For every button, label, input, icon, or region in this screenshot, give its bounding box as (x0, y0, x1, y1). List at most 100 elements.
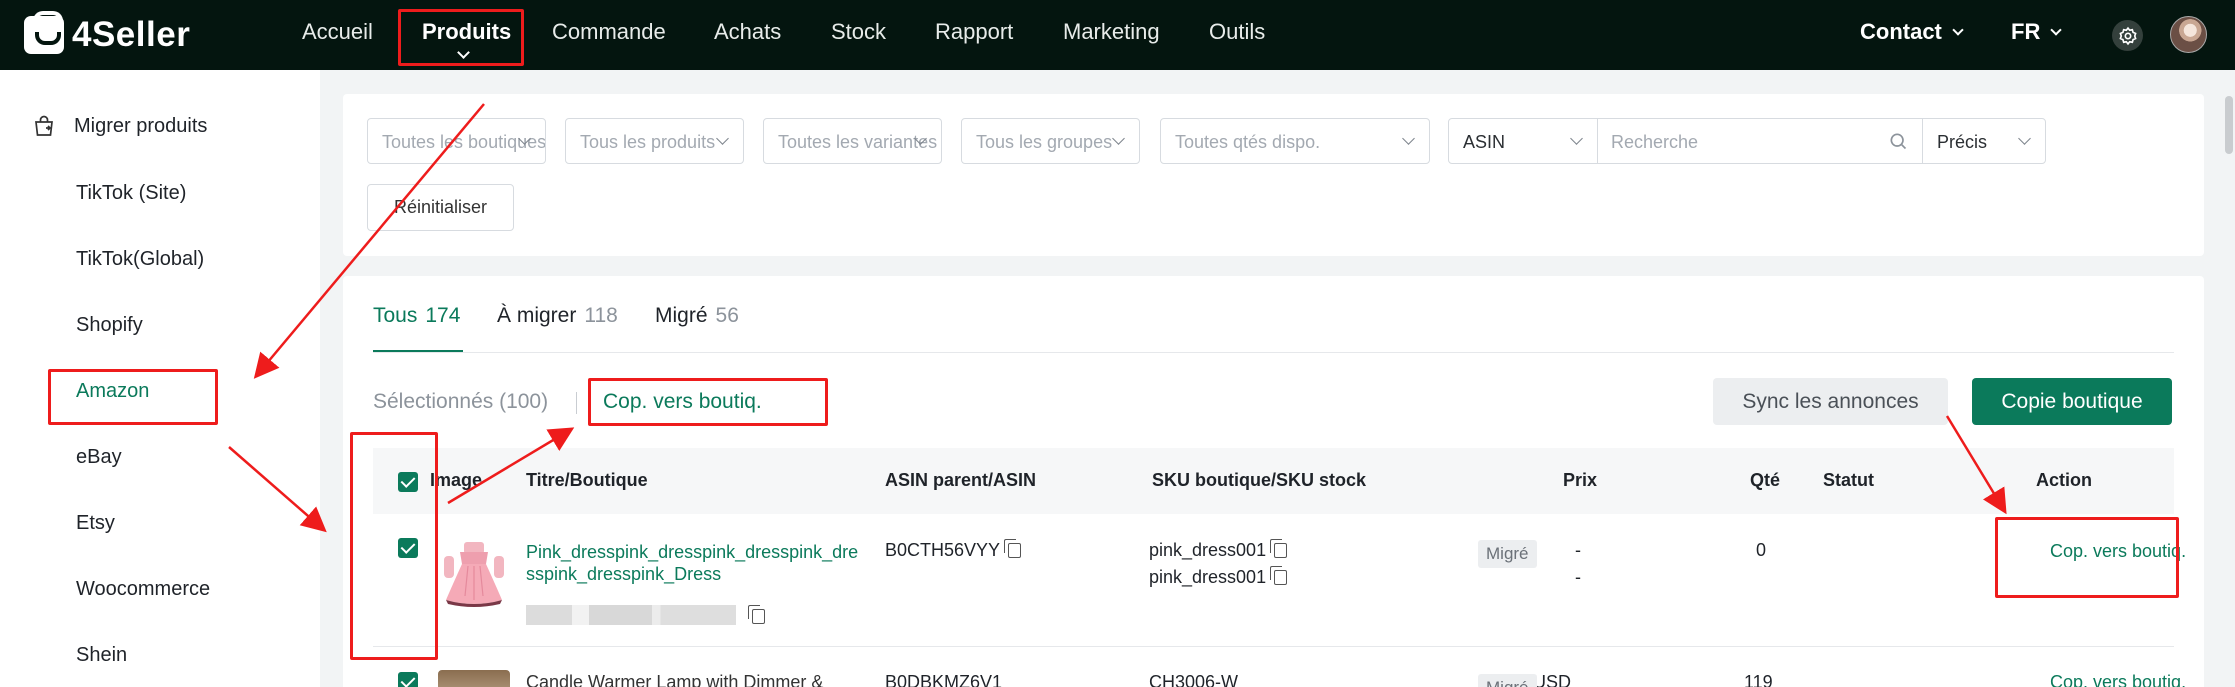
sidebar-item-etsy[interactable]: Etsy (76, 512, 115, 535)
tab-a-migrer-label: À migrer (497, 304, 577, 327)
sku-store-value: pink_dress001 (1149, 540, 1267, 560)
brand-logo[interactable]: 4Seller (24, 11, 191, 56)
asin-cell: B0CTH56VYY (885, 539, 1022, 561)
chevron-down-icon (2050, 24, 2062, 36)
product-thumbnail[interactable] (438, 536, 510, 608)
selected-count: Sélectionnés (100) (373, 390, 549, 413)
tabs-divider (373, 352, 2174, 353)
contact-label: Contact (1860, 19, 1942, 44)
language-label: FR (2011, 19, 2041, 44)
product-thumbnail[interactable] (438, 670, 510, 687)
search-icon[interactable] (1888, 131, 1908, 151)
search-placeholder: Recherche (1611, 132, 1699, 152)
logo-bag-icon (24, 11, 64, 54)
asin-value: B0DBKMZ6V1 (885, 672, 1003, 687)
contact-dropdown[interactable]: Contact (1860, 19, 1964, 45)
variant-filter-value: Toutes les variantes (778, 132, 938, 152)
copy-icon[interactable] (1270, 566, 1288, 585)
nav-achats[interactable]: Achats (714, 19, 781, 45)
sync-listings-button[interactable]: Sync les annonces (1713, 378, 1948, 425)
reset-button[interactable]: Réinitialiser (367, 184, 514, 231)
table-row: Candle Warmer Lamp with Dimmer & B0DBKMZ… (373, 648, 2186, 687)
qty-value: 0 (1756, 540, 1767, 560)
divider (576, 392, 577, 414)
qty-filter-select[interactable]: Toutes qtés dispo. (1160, 118, 1430, 164)
language-dropdown[interactable]: FR (2011, 19, 2062, 45)
price-value: - (1575, 540, 1581, 560)
nav-accueil[interactable]: Accueil (302, 19, 373, 45)
pink-dress-image (444, 542, 504, 607)
highlight-amazon (48, 369, 218, 425)
table-row: Pink_dresspink_dresspink_dresspink_dress… (373, 514, 2186, 647)
nav-marketing[interactable]: Marketing (1063, 19, 1160, 45)
tab-migre[interactable]: Migré 56 (655, 304, 739, 328)
col-qty: Qté (1750, 470, 1781, 490)
search-field-value: ASIN (1463, 132, 1506, 152)
row-copy-to-store-link[interactable]: Cop. vers boutiq. (2050, 672, 2186, 687)
settings-gear-icon[interactable] (2112, 20, 2143, 51)
search-field-select[interactable]: ASIN (1448, 118, 1598, 164)
copy-store-button[interactable]: Copie boutique (1972, 378, 2172, 425)
col-price: Prix (1563, 470, 1598, 490)
variant-filter-select[interactable]: Toutes les variantes (763, 118, 942, 164)
chevron-down-icon (716, 132, 729, 145)
tab-a-migrer-count: 118 (584, 304, 618, 327)
table-header: Image Titre/Boutique ASIN parent/ASIN SK… (373, 448, 2174, 514)
qty-value: 119 (1744, 672, 1773, 687)
sidebar-item-tiktok-site[interactable]: TikTok (Site) (76, 182, 186, 205)
asin-value: B0CTH56VYY (885, 540, 1001, 560)
highlight-produits (398, 9, 524, 66)
sidebar-item-ebay[interactable]: eBay (76, 446, 122, 469)
sidebar-header-label: Migrer produits (74, 114, 208, 137)
highlight-row-copy (1995, 517, 2179, 598)
top-navigation-bar: 4Seller Accueil Produits Commande Achats… (0, 0, 2235, 70)
migrate-bag-icon (35, 115, 53, 136)
sku-store-cell: pink_dress001 (1149, 539, 1288, 561)
tab-migre-label: Migré (655, 304, 708, 327)
col-title-store: Titre/Boutique (526, 470, 648, 490)
sidebar-item-tiktok-global[interactable]: TikTok(Global) (76, 248, 204, 271)
product-list-panel: Tous 174 À migrer 118 Migré 56 Sélectionnés… (343, 276, 2204, 687)
store-filter-select[interactable]: Toutes les boutiques (367, 118, 546, 164)
nav-stock[interactable]: Stock (831, 19, 886, 45)
group-filter-select[interactable]: Tous les groupes (961, 118, 1140, 164)
highlight-bulk-copy (588, 378, 828, 426)
chevron-down-icon (1952, 24, 1964, 36)
tab-a-migrer[interactable]: À migrer 118 (497, 304, 618, 328)
filter-panel: Toutes les boutiques Tous les produits T… (343, 94, 2204, 256)
copy-icon[interactable] (748, 605, 765, 624)
tab-migre-count: 56 (715, 304, 739, 327)
price-value: - (1575, 567, 1581, 587)
tab-tous[interactable]: Tous 174 (373, 304, 460, 328)
nav-commande[interactable]: Commande (552, 19, 666, 45)
sidebar-item-shopify[interactable]: Shopify (76, 314, 143, 337)
search-input[interactable]: Recherche (1597, 118, 1923, 164)
sidebar-item-woocommerce[interactable]: Woocommerce (76, 578, 210, 601)
row-checkbox[interactable] (398, 672, 418, 687)
product-filter-select[interactable]: Tous les produits (565, 118, 744, 164)
copy-icon[interactable] (1004, 539, 1022, 558)
user-avatar[interactable] (2170, 16, 2207, 53)
chevron-down-icon (1112, 132, 1125, 145)
tab-tous-count: 174 (425, 304, 461, 327)
status-badge: Migré (1478, 674, 1537, 687)
group-filter-value: Tous les groupes (976, 132, 1113, 152)
copy-icon[interactable] (1270, 539, 1288, 558)
brand-name: 4Seller (72, 15, 191, 54)
col-sku: SKU boutique/SKU stock (1152, 470, 1367, 490)
col-asin: ASIN parent/ASIN (885, 470, 1037, 490)
col-status: Statut (1823, 470, 1874, 490)
sku-stock-cell: pink_dress001 (1149, 566, 1288, 588)
product-title-link[interactable]: Candle Warmer Lamp with Dimmer & (526, 672, 823, 687)
sidebar-item-shein[interactable]: Shein (76, 644, 127, 667)
product-title-link[interactable]: Pink_dresspink_dresspink_dresspink_dress… (526, 541, 866, 585)
nav-outils[interactable]: Outils (1209, 19, 1265, 45)
sku-store-value: CH3006-W (1149, 672, 1239, 687)
match-mode-select[interactable]: Précis (1922, 118, 2046, 164)
chevron-down-icon (1402, 132, 1415, 145)
nav-rapport[interactable]: Rapport (935, 19, 1013, 45)
chevron-down-icon (1570, 132, 1583, 145)
redacted-store-name (526, 605, 736, 625)
page-scrollbar[interactable] (2225, 96, 2233, 154)
sidebar-header[interactable]: Migrer produits (32, 114, 207, 138)
